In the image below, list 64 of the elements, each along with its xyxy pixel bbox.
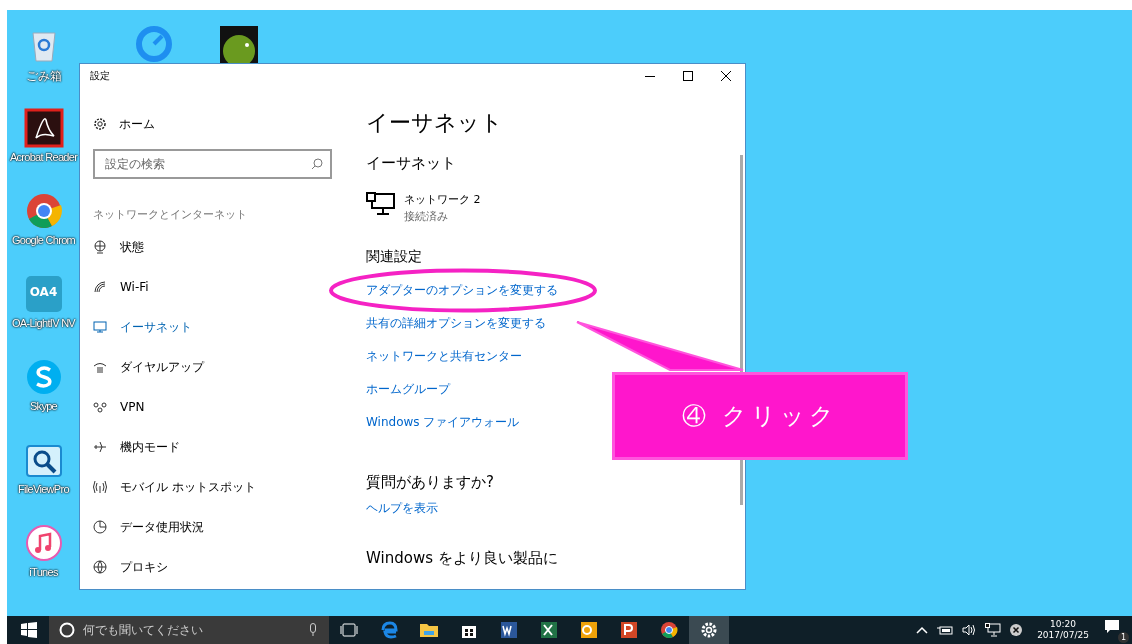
ethernet-icon	[93, 320, 107, 334]
sidebar-item[interactable]: イーサネット	[80, 307, 345, 347]
sidebar-item[interactable]: ダイヤルアップ	[80, 347, 345, 387]
sidebar-item[interactable]: Wi-Fi	[80, 267, 345, 307]
network-name[interactable]: ネットワーク 2	[404, 192, 481, 207]
settings-link[interactable]: Windows ファイアウォール	[366, 414, 520, 431]
notification-icon[interactable]	[1104, 619, 1120, 635]
wifi-icon	[93, 280, 107, 294]
app-shortcut-icon[interactable]	[23, 108, 64, 148]
help-link[interactable]: ヘルプを表示	[366, 500, 438, 517]
sidebar-item[interactable]: 状態	[80, 227, 345, 267]
chevron-up-icon[interactable]	[916, 626, 929, 634]
settings-icon	[699, 620, 719, 640]
error-icon[interactable]	[1010, 624, 1023, 636]
network-status: 接続済み	[404, 209, 449, 224]
section-heading: ネットワークとインターネット	[93, 207, 248, 223]
search-field[interactable]: 設定の検索	[93, 149, 332, 179]
icon-badge-text: OA4	[29, 285, 58, 299]
outlook-icon	[579, 620, 599, 640]
taskview-icon	[339, 620, 359, 640]
data-icon	[93, 520, 107, 534]
page-title: イーサネット	[366, 109, 503, 137]
sidebar-item[interactable]: プロキシ	[80, 547, 345, 587]
hotspot-icon	[93, 480, 107, 494]
airplane-icon	[93, 440, 107, 454]
sidebar-item[interactable]: 機内モード	[80, 427, 345, 467]
speaker-icon[interactable]	[962, 624, 977, 636]
q-logo-icon[interactable]	[133, 25, 174, 65]
word-icon	[499, 620, 519, 640]
excel-icon	[539, 620, 559, 640]
settings-link[interactable]: 共有の詳細オプションを変更する	[366, 315, 546, 332]
circle-icon	[59, 622, 75, 638]
sidebar-item[interactable]: モバイル ホットスポット	[80, 467, 345, 507]
sidebar-item[interactable]: VPN	[80, 387, 345, 427]
dialup-icon	[93, 360, 107, 374]
powerpoint-icon	[619, 620, 639, 640]
home-link[interactable]: ホーム	[119, 115, 155, 133]
battery-icon[interactable]	[937, 625, 954, 635]
microphone-icon[interactable]	[309, 623, 317, 637]
taskbar-app-button[interactable]	[689, 616, 729, 644]
notification-badge: 1	[1118, 632, 1129, 643]
section-heading: 質問がありますか?	[366, 473, 494, 492]
section-heading: イーサネット	[366, 154, 456, 173]
section-heading: Windows をより良い製品に	[366, 549, 558, 568]
edge-icon	[379, 620, 399, 640]
sidebar-item[interactable]: データ使用状況	[80, 507, 345, 547]
windows-start-icon[interactable]	[21, 622, 37, 638]
network-icon[interactable]	[985, 623, 1002, 637]
taskbar-search-field[interactable]: 何でも聞いてください	[49, 616, 329, 644]
settings-icon[interactable]	[93, 117, 107, 131]
minimize-icon[interactable]	[645, 75, 655, 77]
close-icon[interactable]	[721, 71, 731, 81]
settings-link[interactable]: ネットワークと共有センター	[366, 348, 522, 365]
proxy-icon	[93, 560, 107, 574]
window-title: 設定	[90, 69, 110, 83]
search-icon[interactable]	[311, 158, 323, 170]
status-icon	[93, 240, 107, 254]
computer-icon[interactable]	[366, 192, 396, 216]
clock[interactable]: 10:20 2017/07/25	[1037, 619, 1089, 641]
maximize-icon[interactable]	[683, 71, 693, 81]
chrome-icon	[659, 620, 679, 640]
settings-link[interactable]: ホームグループ	[366, 381, 450, 398]
section-heading: 関連設定	[366, 248, 422, 266]
vpn-icon	[93, 400, 107, 414]
